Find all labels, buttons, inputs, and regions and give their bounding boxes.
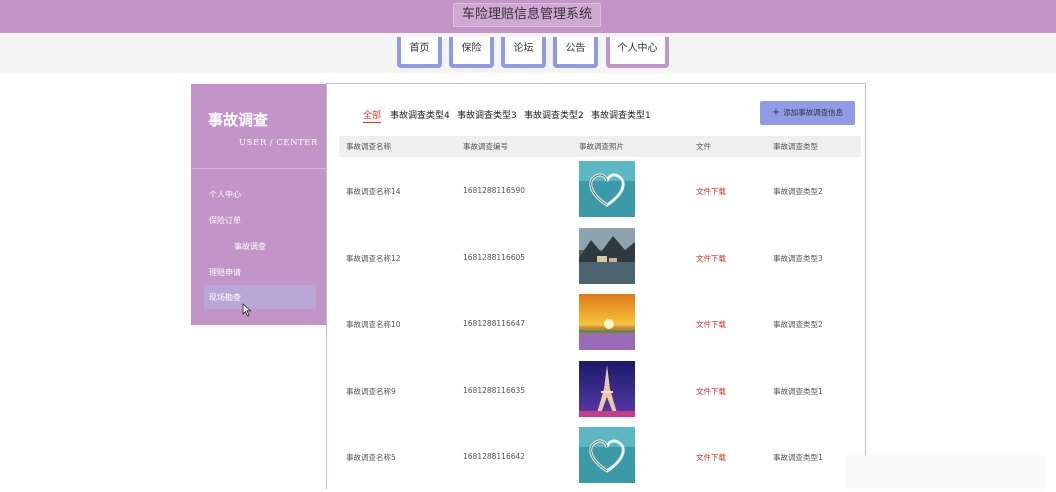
file-download-link[interactable]: 文件下载 <box>696 186 726 197</box>
tab-type-1[interactable]: 事故调查类型1 <box>591 108 651 121</box>
photo-thumbnail[interactable] <box>579 294 635 350</box>
add-investigation-label: 添加事故调查信息 <box>783 108 844 117</box>
cell-name: 事故调查名称12 <box>346 254 401 263</box>
cell-type: 事故调查类型3 <box>773 254 823 263</box>
photo-thumbnail[interactable] <box>579 427 635 483</box>
main-nav: 首页 保险 论坛 公告 个人中心 <box>0 33 1056 73</box>
plus-icon: + <box>771 107 781 118</box>
top-header-bar: 车险理赔信息管理系统 <box>0 0 1056 33</box>
site-title: 车险理赔信息管理系统 <box>453 3 601 27</box>
header-code: 事故调查编号 <box>463 142 508 151</box>
mouse-cursor-icon <box>242 303 252 317</box>
header-photo: 事故调查照片 <box>579 142 624 151</box>
nav-insurance[interactable]: 保险 <box>449 37 494 68</box>
sidebar-item-personal-center[interactable]: 个人中心 <box>209 189 241 200</box>
cell-code: 1681288116590 <box>463 186 526 195</box>
cell-code: 1681288116647 <box>463 319 526 328</box>
nav-personal-center[interactable]: 个人中心 <box>606 37 669 68</box>
sidebar-title: 事故调查 <box>208 111 269 129</box>
nav-forum[interactable]: 论坛 <box>501 37 546 68</box>
sidebar-item-accident-investigation[interactable]: 事故调查 <box>234 241 266 252</box>
add-investigation-button[interactable]: + 添加事故调查信息 <box>760 101 855 125</box>
photo-thumbnail[interactable] <box>579 161 635 217</box>
file-download-link[interactable]: 文件下载 <box>696 386 726 397</box>
cell-type: 事故调查类型2 <box>773 320 823 329</box>
sidebar-divider <box>191 168 326 169</box>
table-header: 事故调查名称 事故调查编号 事故调查照片 文件 事故调查类型 <box>339 136 861 157</box>
cell-type: 事故调查类型1 <box>773 387 823 396</box>
cell-type: 事故调查类型1 <box>773 453 823 462</box>
cell-code: 1681288116635 <box>463 386 526 395</box>
tab-type-2[interactable]: 事故调查类型2 <box>524 108 584 121</box>
header-file: 文件 <box>696 142 711 151</box>
header-name: 事故调查名称 <box>346 142 391 151</box>
cell-name: 事故调查名称9 <box>346 387 396 396</box>
nav-notice[interactable]: 公告 <box>553 37 598 68</box>
cell-code: 1681288116642 <box>463 452 526 461</box>
table-row[interactable]: 事故调查名称14 1681288116590 文件下载 事故调查类型2 <box>339 160 861 226</box>
table-row[interactable]: 事故调查名称5 1681288116642 文件下载 事故调查类型1 <box>339 426 861 492</box>
table-row[interactable]: 事故调查名称10 1681288116647 文件下载 事故调查类型2 <box>339 293 861 359</box>
photo-thumbnail[interactable] <box>579 361 635 417</box>
header-type: 事故调查类型 <box>773 142 818 151</box>
sidebar-subtitle: USER / CENTER <box>239 138 318 148</box>
sidebar-item-claim-application[interactable]: 理赔申请 <box>209 267 241 278</box>
photo-thumbnail[interactable] <box>579 228 635 284</box>
cell-name: 事故调查名称5 <box>346 453 396 462</box>
file-download-link[interactable]: 文件下载 <box>696 253 726 264</box>
file-download-link[interactable]: 文件下载 <box>696 319 726 330</box>
file-download-link[interactable]: 文件下载 <box>696 452 726 463</box>
sidebar-item-site-survey[interactable]: 现场勘查 <box>209 292 241 303</box>
cell-name: 事故调查名称10 <box>346 320 401 329</box>
cell-type: 事故调查类型2 <box>773 187 823 196</box>
nav-home[interactable]: 首页 <box>397 37 442 68</box>
cell-name: 事故调查名称14 <box>346 187 401 196</box>
table-row[interactable]: 事故调查名称9 1681288116635 文件下载 事故调查类型1 <box>339 360 861 426</box>
tab-type-4[interactable]: 事故调查类型4 <box>390 108 450 121</box>
corner-overlay <box>845 455 1045 489</box>
tab-all[interactable]: 全部 <box>363 108 382 123</box>
main-panel: 全部 事故调查类型4 事故调查类型3 事故调查类型2 事故调查类型1 + 添加事故… <box>326 83 866 489</box>
table-row[interactable]: 事故调查名称12 1681288116605 文件下载 事故调查类型3 <box>339 227 861 293</box>
sidebar: 事故调查 USER / CENTER 个人中心 保险订单 事故调查 理赔申请 现… <box>191 84 326 325</box>
cell-code: 1681288116605 <box>463 253 526 262</box>
tab-type-3[interactable]: 事故调查类型3 <box>457 108 517 121</box>
sidebar-item-insurance-orders[interactable]: 保险订单 <box>209 215 241 226</box>
